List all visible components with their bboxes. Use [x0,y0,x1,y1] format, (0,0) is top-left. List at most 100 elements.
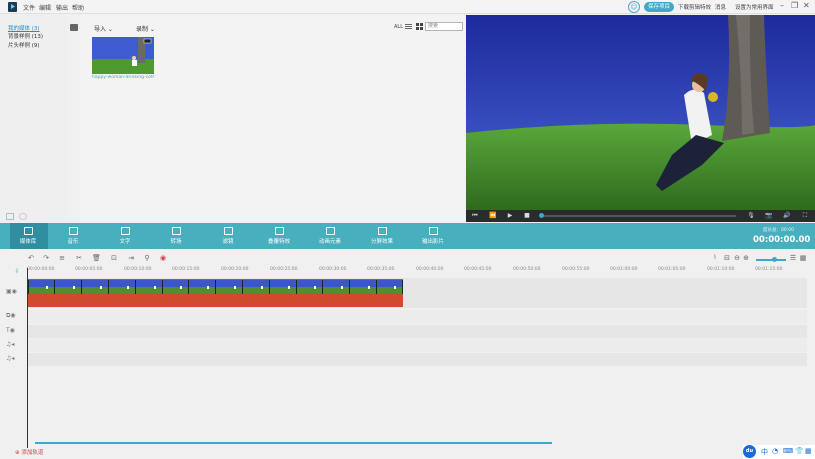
text-icon [120,227,130,235]
overlay-icon [274,227,284,235]
filter-all-label[interactable]: ALL [394,24,403,30]
tool-overlay[interactable]: 叠覆特效 [259,227,299,245]
duration-label: 度长总：00:00 [763,228,794,233]
messages-link[interactable]: 消息 [715,3,726,11]
ruler-tick: 00:00:05:00 [75,267,103,272]
volume-icon[interactable]: 🔊 [782,210,792,222]
search-input[interactable]: 搜索 [425,22,463,31]
user-avatar-icon[interactable]: ☺ [628,1,640,13]
tool-label: 媒体库 [19,239,37,245]
track-grid-icon[interactable]: ▦ [799,254,807,262]
tool-media[interactable]: 媒体库 [8,227,48,245]
tool-label: 叠覆特效 [267,239,290,245]
ruler-tick: 00:00:15:00 [172,267,200,272]
microphone-icon[interactable]: 🎙 [746,210,756,222]
skin-icon[interactable]: 👕 [795,447,804,455]
ruler-tick: 00:00:50:00 [513,267,541,272]
redo-icon[interactable]: ↷ [42,254,50,262]
overlay-track[interactable] [27,310,807,323]
close-icon[interactable]: ✕ [803,1,810,10]
music-note-icon [68,227,78,235]
app-logo-icon [8,2,17,12]
menu-file[interactable]: 文件 [23,3,35,12]
punctuation-icon[interactable]: ◔ [772,447,778,455]
media-thumbnail[interactable] [92,37,154,74]
fit-timeline-icon[interactable]: ⊟ [723,254,731,262]
image-icon [325,227,335,235]
add-folder-icon[interactable] [6,213,14,220]
baidu-icon[interactable]: du [743,445,756,458]
zoom-in-icon[interactable]: ⊕ [742,254,750,262]
playback-progress[interactable] [541,215,736,217]
stop-icon[interactable]: ■ [522,210,532,222]
playhead[interactable] [27,268,28,448]
save-project-button[interactable]: 保存项目 [644,2,674,12]
play-icon[interactable]: ▶ [505,210,515,222]
track-list-icon[interactable]: ☰ [789,254,797,262]
audio-wave-icon[interactable]: ⌇ [711,254,719,262]
set-default-interface-link[interactable]: 设置为常用界面 [735,3,774,11]
ruler-tick: 00:00:40:00 [416,267,444,272]
voice-track-icon: ♫◂ [6,355,15,362]
tool-label: 文字 [119,239,131,245]
timeline-scrollbar[interactable] [35,442,552,444]
library-item-intros[interactable]: 片头样例 (9) [8,41,40,49]
split-icon[interactable]: ⇥ [127,254,135,262]
tool-music[interactable]: 音乐 [53,227,93,245]
zoom-slider-handle[interactable] [772,257,777,262]
tool-animated-elements[interactable]: 动画元素 [310,227,350,245]
tool-filter[interactable]: 滤镜 [208,227,248,245]
grid-view-icon[interactable] [416,23,423,30]
ruler-tick: 00:00:20:00 [221,267,249,272]
library-item-my-media[interactable]: 我的媒体 (3) [8,24,40,32]
media-thumbnail-caption: happy-woman-drinking-cofee... [92,75,154,80]
grid-menu-icon[interactable]: ▦ [805,447,812,455]
tool-label: 分屏效果 [370,239,393,245]
ime-indicator[interactable]: 中 [761,447,768,457]
fullscreen-icon[interactable]: ⛶ [800,210,810,222]
delete-folder-icon[interactable] [19,213,27,220]
tool-label: 转场 [170,239,182,245]
music-track[interactable] [27,339,807,352]
text-track[interactable] [27,325,807,338]
tool-export[interactable]: 输出影片 [413,227,453,245]
tool-text[interactable]: 文字 [105,227,145,245]
filter-icon [223,227,233,235]
restore-icon[interactable]: ❐ [791,1,798,10]
zoom-out-icon[interactable]: ⊖ [733,254,741,262]
keyboard-icon[interactable]: ⌨ [783,447,793,455]
step-back-icon[interactable]: ⏪ [488,210,498,222]
zoom-in-timeline-icon[interactable]: ⚲ [143,254,151,262]
library-item-backgrounds[interactable]: 背景样例 (13) [8,32,43,40]
record-dropdown[interactable]: 录制 ⌄ [136,24,155,33]
playback-handle[interactable] [539,213,544,218]
marker-icon[interactable]: ⇩ [13,268,21,276]
cut-icon[interactable]: ✂ [75,254,83,262]
download-effects-link[interactable]: 下载剪辑特效 [678,3,711,11]
undo-icon[interactable]: ↶ [27,254,35,262]
menu-help[interactable]: 帮助 [72,3,84,12]
export-icon [428,227,438,235]
collapse-panel-icon[interactable] [70,24,78,31]
crop-icon[interactable]: ⊡ [110,254,118,262]
record-voice-icon[interactable]: ◉ [159,254,167,262]
snapshot-icon[interactable]: 📷 [764,210,774,222]
voice-track[interactable] [27,353,807,366]
zoom-slider[interactable] [756,259,786,261]
ruler-tick: 00:01:15:00 [755,267,783,272]
import-dropdown[interactable]: 导入 ⌄ [94,24,113,33]
delete-icon[interactable]: 🗑 [92,254,101,262]
adjust-icon[interactable]: ≡ [58,254,66,262]
list-view-icon[interactable] [405,23,412,30]
tool-transition[interactable]: 转场 [156,227,196,245]
minimize-icon[interactable]: – [780,1,784,10]
tool-label: 滤镜 [222,239,234,245]
video-clip-frames [28,280,403,294]
tool-split-screen[interactable]: 分屏效果 [362,227,402,245]
menu-export[interactable]: 输出 [56,3,68,12]
timeline-edit-bar [0,249,815,265]
add-track-button[interactable]: ⊕ 添加轨道 [15,448,43,456]
prev-frame-icon[interactable]: ⏮ [470,210,480,222]
menu-edit[interactable]: 编辑 [39,3,51,12]
overlay-track-icon: ⧉◉ [6,312,16,319]
